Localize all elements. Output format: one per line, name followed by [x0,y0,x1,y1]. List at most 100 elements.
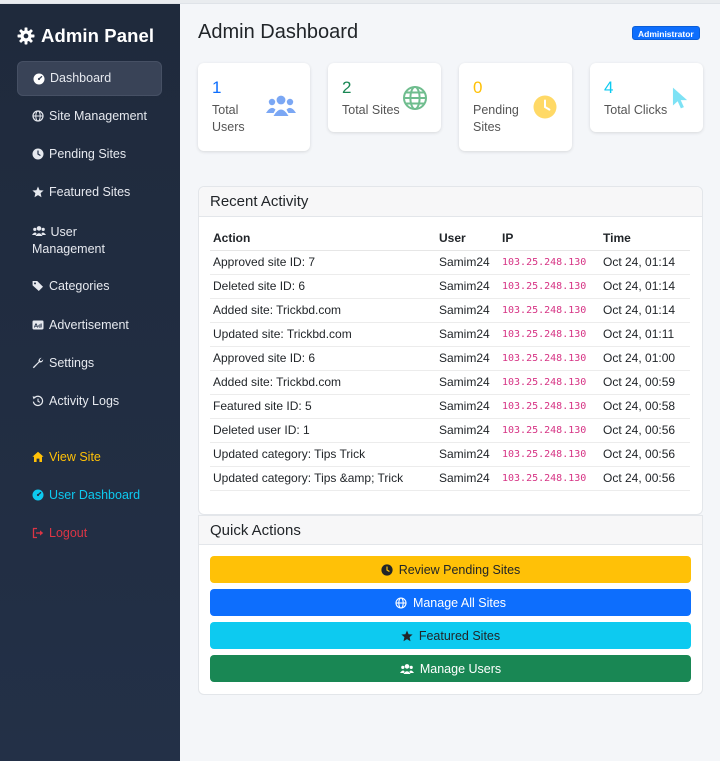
activity-action-cell: Deleted site ID: 6 [210,274,436,299]
activity-time-cell: Oct 24, 00:58 [600,394,690,419]
activity-ip-cell: 103.25.248.130 [499,394,600,419]
featured-sites-button[interactable]: Featured Sites [210,622,691,649]
star-icon [32,186,44,198]
activity-table: Action User IP Time Approved site ID: 7S… [210,231,690,491]
table-row: Added site: Trickbd.com Samim24 103.25.248… [210,370,690,395]
quick-actions-card: Quick Actions Review Pending Sites Manag… [198,515,703,695]
users-icon [266,94,296,118]
sign-out-icon [32,527,44,539]
stat-value: 4 [604,78,614,97]
sidebar-item-user-management[interactable]: User Management [17,223,162,258]
activity-ip-cell: 103.25.248.130 [499,274,600,299]
sidebar-item-pending-sites[interactable]: Pending Sites [17,146,162,163]
stat-card-total-clicks: 4 Total Clicks [590,63,703,132]
manage-users-button[interactable]: Manage Users [210,655,691,682]
svg-text:Ad: Ad [34,324,42,330]
gear-icon [17,27,35,45]
activity-ip-cell: 103.25.248.130 [499,370,600,395]
globe-icon [32,110,44,122]
table-row: Updated category: Tips &amp; Trick Samim2… [210,466,690,491]
table-row: Added site: Trickbd.com Samim24 103.25.248… [210,298,690,323]
users-icon [32,225,46,237]
activity-user-cell: Samim24 [436,370,499,395]
clock-icon [381,563,393,576]
activity-action-cell: Added site: Trickbd.com [210,298,436,323]
activity-time-cell: Oct 24, 00:56 [600,418,690,443]
sidebar-item-advertisement[interactable]: Ad Advertisement [17,317,162,334]
review-pending-sites-button[interactable]: Review Pending Sites [210,556,691,583]
activity-action-cell: Approved site ID: 7 [210,250,436,275]
stat-card-total-sites: 2 Total Sites [328,63,441,132]
activity-time-cell: Oct 24, 00:56 [600,442,690,467]
activity-ip-cell: 103.25.248.130 [499,418,600,443]
sidebar-item-label: Advertisement [49,318,129,332]
stat-card-total-users: 1 Total Users [198,63,310,151]
activity-ip-cell: 103.25.248.130 [499,298,600,323]
activity-ip-cell: 103.25.248.130 [499,442,600,467]
button-label: Review Pending Sites [398,562,521,577]
cursor-icon [672,86,689,110]
card-title: Recent Activity [199,187,702,217]
sidebar-item-settings[interactable]: Settings [17,355,162,372]
clock-icon [533,95,557,119]
sidebar: Admin Panel Dashboard Site Management Pe… [0,4,180,761]
recent-activity-card: Recent Activity Action User IP Time Appr… [198,186,703,515]
table-row: Deleted user ID: 1 Samim24 103.25.248.130 O… [210,418,690,443]
stat-label: Total Sites [342,103,400,117]
sidebar-item-label: Settings [49,356,95,370]
view-site-link[interactable]: View Site [17,449,162,466]
activity-ip-cell: 103.25.248.130 [499,250,600,275]
table-row: Featured site ID: 5 Samim24 103.25.248.130… [210,394,690,419]
table-row: Updated site: Trickbd.com Samim24 103.25.2… [210,322,690,347]
activity-action-cell: Featured site ID: 5 [210,394,436,419]
brand-title: Admin Panel [41,25,155,46]
stat-value: 0 [473,78,483,97]
stat-label: Pending Sites [473,103,519,134]
activity-user-cell: Samim24 [436,442,499,467]
activity-action-cell: Updated category: Tips &amp; Trick [210,466,436,491]
activity-action-cell: Updated category: Tips Trick [210,442,436,467]
gauge-icon [32,489,44,501]
activity-time-cell: Oct 24, 00:59 [600,370,690,395]
table-row: Updated category: Tips Trick Samim24 103.2… [210,442,690,467]
activity-time-cell: Oct 24, 01:14 [600,274,690,299]
tags-icon [32,280,44,292]
activity-ip-cell: 103.25.248.130 [499,346,600,371]
globe-icon [402,85,428,111]
stat-card-pending-sites: 0 Pending Sites [459,63,572,151]
activity-time-cell: Oct 24, 01:00 [600,346,690,371]
sidebar-item-activity-logs[interactable]: Activity Logs [17,393,162,410]
user-dashboard-link[interactable]: User Dashboard [17,487,162,504]
activity-user-cell: Samim24 [436,394,499,419]
activity-user-cell: Samim24 [436,346,499,371]
sidebar-item-label: Pending Sites [49,147,127,161]
sidebar-item-label: Site Management [49,109,147,123]
activity-action-cell: Deleted user ID: 1 [210,418,436,443]
sidebar-item-dashboard[interactable]: Dashboard [17,61,162,96]
sidebar-item-label: Featured Sites [49,185,131,199]
stat-label: Total Clicks [604,103,668,117]
sidebar-item-featured-sites[interactable]: Featured Sites [17,184,162,201]
logout-link[interactable]: Logout [17,525,162,542]
sidebar-item-site-management[interactable]: Site Management [17,108,162,125]
table-row: Deleted site ID: 6 Samim24 103.25.248.130 O… [210,274,690,299]
sidebar-link-label: View Site [49,450,101,464]
activity-user-cell: Samim24 [436,466,499,491]
sidebar-item-label: Categories [49,279,110,293]
manage-all-sites-button[interactable]: Manage All Sites [210,589,691,616]
column-header: Action [210,231,436,251]
page-title: Admin Dashboard [198,21,359,43]
table-row: Approved site ID: 7 Samim24 103.25.248.130… [210,250,690,275]
column-header: IP [499,231,600,251]
brand: Admin Panel [17,24,154,48]
activity-time-cell: Oct 24, 01:11 [600,322,690,347]
button-label: Manage Users [419,661,502,676]
column-header: User [436,231,499,251]
activity-user-cell: Samim24 [436,322,499,347]
stat-value: 2 [342,78,352,97]
button-label: Featured Sites [418,628,501,643]
history-icon [32,395,44,407]
sidebar-item-categories[interactable]: Categories [17,278,162,295]
ad-icon: Ad [32,319,44,331]
star-icon [401,630,413,642]
